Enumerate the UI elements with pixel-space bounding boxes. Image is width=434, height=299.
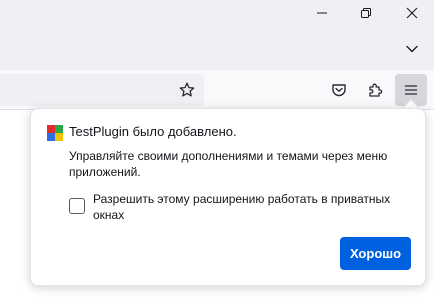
addon-installed-panel: TestPlugin было добавлено. Управляйте св… bbox=[30, 108, 426, 286]
private-windows-option[interactable]: Разрешить этому расширению работать в пр… bbox=[69, 191, 409, 223]
save-to-pocket-button[interactable] bbox=[323, 74, 355, 106]
star-icon bbox=[179, 82, 195, 97]
restore-icon bbox=[361, 8, 371, 18]
restore-button[interactable] bbox=[344, 0, 388, 26]
hamburger-menu-icon bbox=[404, 85, 418, 95]
panel-description: Управляйте своими дополнениями и темами … bbox=[69, 149, 388, 179]
list-all-tabs-button[interactable] bbox=[398, 36, 426, 62]
bookmark-star-button[interactable] bbox=[174, 76, 200, 104]
addon-icon bbox=[47, 125, 63, 141]
pocket-icon bbox=[332, 84, 346, 97]
ok-button[interactable]: Хорошо bbox=[340, 237, 411, 270]
url-bar[interactable] bbox=[0, 74, 204, 106]
navigation-toolbar bbox=[0, 70, 434, 110]
close-window-button[interactable] bbox=[390, 0, 434, 26]
tab-strip bbox=[0, 28, 434, 70]
panel-title: TestPlugin было добавлено. bbox=[69, 124, 237, 139]
minimize-button[interactable] bbox=[300, 0, 344, 26]
chevron-down-icon bbox=[406, 45, 418, 53]
window-titlebar bbox=[0, 0, 434, 28]
private-windows-checkbox-label[interactable]: Разрешить этому расширению работать в пр… bbox=[93, 191, 409, 223]
minimize-icon bbox=[317, 12, 327, 14]
extensions-button[interactable] bbox=[359, 74, 391, 106]
puzzle-icon bbox=[369, 83, 383, 97]
private-windows-checkbox[interactable] bbox=[69, 198, 85, 214]
close-icon bbox=[406, 7, 418, 19]
